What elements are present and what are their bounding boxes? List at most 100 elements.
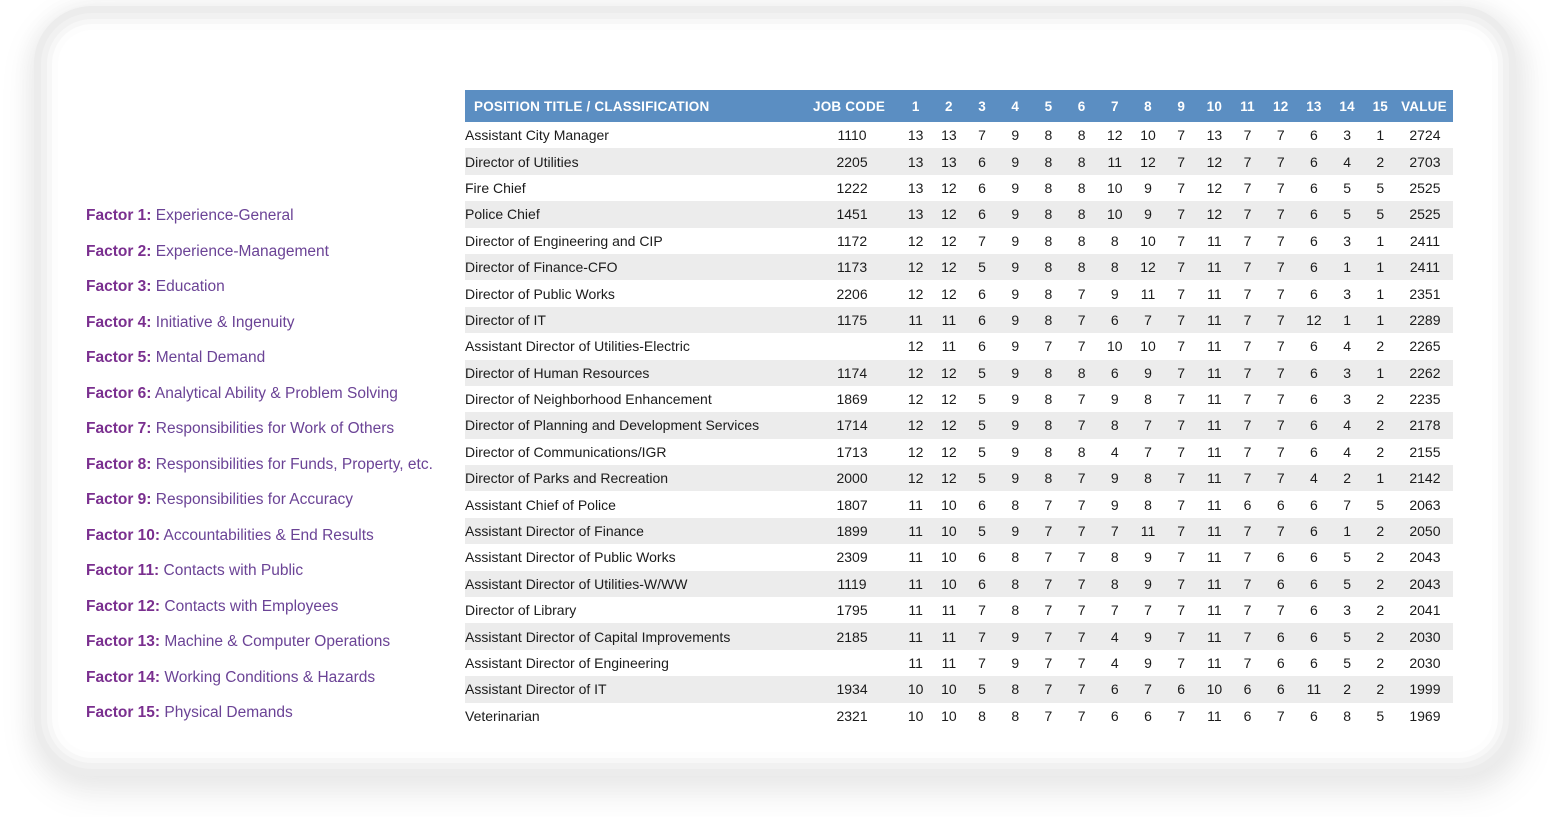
table-row[interactable]: Director of Engineering and CIP 1172 12 12 7…: [465, 228, 1453, 254]
cell-position-title: Assistant Director of Public Works: [465, 549, 676, 566]
table-row[interactable]: Assistant Director of Public Works 2309 11…: [465, 544, 1453, 570]
table-row[interactable]: Director of Human Resources 1174 12 12 5 9 8 8 6…: [465, 359, 1453, 386]
table-row[interactable]: Director of Planning and Development Ser…: [465, 412, 1453, 439]
cell-factor-4-score: 9: [1011, 364, 1020, 381]
cell-job-code: 1869: [836, 391, 868, 408]
cell-factor-13-score: 6: [1310, 602, 1318, 619]
cell-position-title: Assistant Director of Finance: [465, 523, 644, 540]
factor-legend-key: Factor 7:: [86, 420, 152, 437]
table-row[interactable]: Director of Utilities 2205 13 13 6 9 8 8 11 12 7 12…: [465, 148, 1453, 175]
cell-factor-3-score: 7: [978, 127, 986, 144]
cell-factor-7-score: 11: [1107, 153, 1123, 170]
table-row[interactable]: Fire Chief 1222 13 12 6 9 8 8 10 9 7 12 7 7 6 5 5 2525: [465, 175, 1453, 201]
cell-factor-12-score: 7: [1276, 153, 1285, 170]
cell-factor-10-score: 13: [1206, 127, 1223, 144]
table-row[interactable]: Director of Communications/IGR 1713 12 12 5 9…: [465, 439, 1453, 465]
cell-factor-5-score: 8: [1044, 470, 1053, 487]
cell-factor-1-score: 11: [908, 496, 923, 513]
cell-job-code: 1175: [837, 311, 868, 328]
cell-factor-12-score: 7: [1276, 443, 1285, 460]
table-body: Assistant City Manager 1110 13 13 7 9 8 8 12 10 7 1…: [465, 122, 1453, 729]
table-row[interactable]: Assistant Director of Utilities-Electric…: [465, 333, 1453, 359]
cell-factor-4-score: 9: [1011, 153, 1020, 170]
cell-factor-13-score: 6: [1310, 179, 1318, 196]
cell-factor-9-score: 7: [1177, 285, 1186, 302]
cell-factor-6-score: 7: [1077, 470, 1086, 487]
cell-factor-5-score: 7: [1044, 575, 1053, 592]
table-row[interactable]: Director of Finance-CFO 1173 12 12 5 9 8 8 8 12 7 1…: [465, 253, 1453, 281]
table-row[interactable]: Director of Library 1795 11 11 7 8 7 7 7 7 7 11 7 7 6 3…: [465, 597, 1453, 623]
cell-factor-2-score: 11: [941, 602, 957, 619]
table-row[interactable]: Assistant City Manager 1110 13 13 7 9 8 8 12 10 7 1…: [465, 122, 1453, 148]
cell-factor-14-score: 5: [1343, 206, 1351, 223]
table-row[interactable]: Director of Neighborhood Enhancement 1869…: [465, 386, 1453, 412]
cell-factor-3-score: 6: [978, 496, 986, 513]
cell-factor-5-score: 8: [1044, 179, 1053, 196]
factor-legend-item: Factor 14: Working Conditions & Hazards: [86, 660, 466, 696]
cell-factor-15-score: 2: [1376, 681, 1385, 698]
cell-factor-3-score: 7: [978, 602, 986, 619]
cell-factor-13-score: 6: [1310, 259, 1318, 276]
factor-legend-label: Contacts with Employees: [160, 597, 339, 615]
table-row[interactable]: Assistant Director of Utilities-W/WW 1119…: [465, 570, 1453, 598]
cell-factor-5-score: 7: [1044, 523, 1053, 540]
cell-factor-11-score: 7: [1243, 417, 1252, 434]
cell-factor-5-score: 8: [1044, 443, 1053, 460]
cell-factor-14-score: 7: [1343, 496, 1351, 513]
table-row[interactable]: Assistant Director of IT 1934 10 10 5 8 7 7 6 7 6 1…: [465, 676, 1453, 703]
cell-factor-7-score: 8: [1110, 232, 1119, 249]
cell-factor-11-score: 7: [1243, 232, 1252, 249]
cell-factor-2-score: 12: [941, 443, 957, 460]
column-header-factor-4: 4: [998, 90, 1032, 122]
cell-factor-8-score: 9: [1144, 628, 1152, 645]
cell-factor-1-score: 12: [907, 470, 924, 487]
table-row[interactable]: Assistant Director of Finance 1899 11 10 5 9 7…: [465, 517, 1453, 545]
factor-legend-label: Initiative & Ingenuity: [151, 313, 295, 331]
cell-position-title: Director of Finance-CFO: [465, 259, 618, 276]
cell-position-title: Director of Public Works: [465, 285, 615, 302]
cell-factor-9-score: 7: [1177, 232, 1186, 249]
cell-factor-13-score: 6: [1310, 206, 1318, 223]
cell-position-title: Assistant Chief of Police: [465, 496, 616, 513]
cell-factor-4-score: 9: [1011, 232, 1020, 249]
cell-factor-13-score: 6: [1310, 549, 1318, 566]
cell-factor-7-score: 7: [1110, 523, 1119, 540]
cell-factor-1-score: 12: [907, 364, 924, 381]
table-row[interactable]: Police Chief 1451 13 12 6 9 8 8 10 9 7 12 7 7 6 5 5 2525: [465, 201, 1453, 228]
cell-factor-1-score: 12: [907, 417, 924, 434]
table-row[interactable]: Veterinarian 2321 10 10 8 8 7 7 6 6 7 11 6 7 6 8 5 1969: [465, 703, 1453, 729]
factor-legend-key: Factor 14:: [86, 668, 161, 686]
cell-factor-7-score: 9: [1110, 391, 1119, 408]
cell-factor-14-score: 5: [1343, 549, 1351, 566]
cell-factor-13-score: 6: [1310, 391, 1318, 408]
cell-factor-3-score: 5: [978, 470, 986, 487]
cell-factor-14-score: 2: [1343, 681, 1351, 698]
factor-legend-key: Factor 10:: [86, 526, 161, 544]
cell-factor-11-score: 7: [1243, 470, 1252, 487]
cell-factor-5-score: 7: [1044, 655, 1053, 671]
cell-position-title: Director of Neighborhood Enhancement: [465, 391, 712, 408]
cell-factor-12-score: 7: [1276, 259, 1285, 276]
table-row[interactable]: Assistant Chief of Police 1807 11 10 6 8 7 7 9 8 7…: [465, 491, 1453, 517]
table-row[interactable]: Assistant Director of Engineering 11 11 7 9 7…: [465, 650, 1453, 676]
cell-factor-8-score: 10: [1140, 127, 1156, 144]
cell-factor-12-score: 6: [1276, 549, 1285, 566]
table-row[interactable]: Assistant Director of Capital Improvemen…: [465, 623, 1453, 650]
column-header-factor-13: 13: [1297, 90, 1331, 122]
table-row[interactable]: Director of Parks and Recreation 2000 12 12…: [465, 465, 1453, 492]
cell-factor-3-score: 5: [978, 443, 986, 460]
cell-factor-13-score: 4: [1310, 470, 1318, 487]
table-row[interactable]: Director of IT 1175 11 11 6 9 8 7 6 7 7 11 7 7 12 1 1 228…: [465, 306, 1453, 334]
factor-legend-label: Working Conditions & Hazards: [160, 668, 376, 686]
cell-factor-1-score: 11: [908, 602, 923, 619]
factor-legend-key: Factor 6:: [86, 384, 152, 402]
cell-factor-9-score: 7: [1177, 443, 1186, 460]
cell-factor-13-score: 6: [1310, 523, 1318, 540]
table-row[interactable]: Director of Public Works 2206 12 12 6 9 8 7 9 11 7…: [465, 280, 1453, 306]
cell-factor-2-score: 12: [941, 179, 957, 196]
cell-factor-6-score: 8: [1077, 127, 1086, 144]
cell-factor-10-score: 11: [1207, 655, 1222, 671]
cell-factor-11-score: 7: [1243, 523, 1252, 540]
cell-factor-2-score: 10: [941, 523, 957, 540]
cell-factor-8-score: 12: [1140, 153, 1156, 170]
